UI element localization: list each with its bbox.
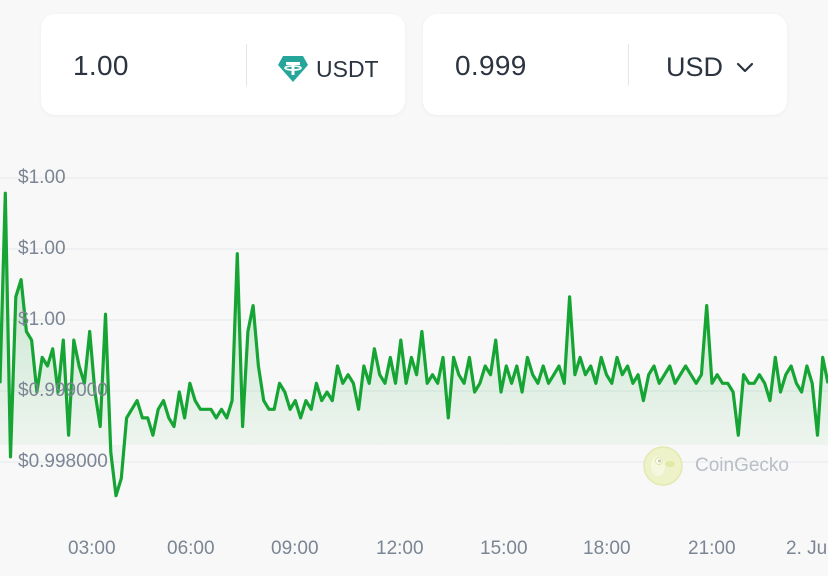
y-tick-label: $0.998000: [18, 451, 108, 472]
coingecko-logo-icon: [643, 446, 683, 486]
x-tick-label: 06:00: [167, 538, 215, 559]
x-tick-label: 18:00: [583, 538, 631, 559]
watermark-text: CoinGecko: [695, 455, 789, 476]
coingecko-watermark: CoinGecko: [643, 446, 789, 486]
y-tick-label: $0.999000: [18, 380, 108, 401]
price-chart: [0, 177, 828, 498]
y-tick-label: $1.00: [18, 238, 66, 259]
x-tick-label: 15:00: [480, 538, 528, 559]
x-tick-label: 21:00: [688, 538, 736, 559]
x-tick-label: 03:00: [68, 538, 116, 559]
x-tick-label: 2. Ju: [786, 538, 828, 559]
x-tick-label: 12:00: [376, 538, 424, 559]
y-tick-label: $1.00: [18, 309, 66, 330]
x-tick-label: 09:00: [271, 538, 319, 559]
y-tick-label: $1.00: [18, 167, 66, 188]
